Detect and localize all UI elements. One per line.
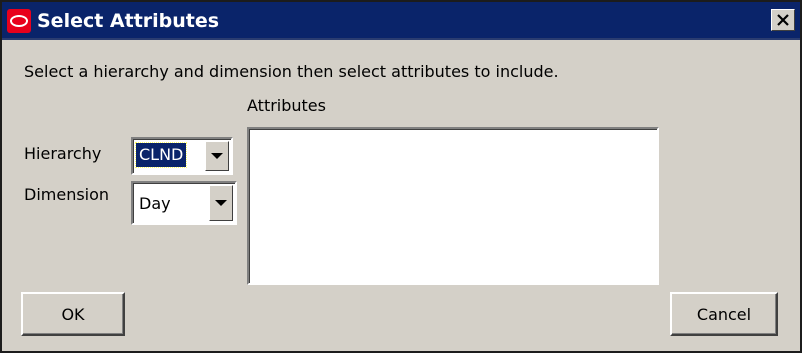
select-attributes-dialog: Select Attributes Select a hierarchy and… xyxy=(0,0,802,353)
chevron-down-icon xyxy=(215,200,227,206)
attributes-list-frame xyxy=(249,129,657,283)
dialog-title: Select Attributes xyxy=(37,10,220,32)
attributes-list[interactable] xyxy=(247,127,659,285)
dimension-selected-value: Day xyxy=(139,194,171,213)
oracle-logo-icon xyxy=(7,9,31,33)
hierarchy-selected-value: CLND xyxy=(134,142,188,168)
dimension-dropdown-button[interactable] xyxy=(209,185,233,221)
instructions-text: Select a hierarchy and dimension then se… xyxy=(24,62,559,81)
close-icon xyxy=(777,14,789,26)
ok-button[interactable]: OK xyxy=(21,292,125,336)
hierarchy-label: Hierarchy xyxy=(24,144,102,163)
hierarchy-dropdown[interactable]: CLND xyxy=(131,137,233,175)
chevron-down-icon xyxy=(211,153,223,159)
cancel-button[interactable]: Cancel xyxy=(670,292,778,336)
close-button[interactable] xyxy=(771,9,795,31)
hierarchy-dropdown-button[interactable] xyxy=(205,141,229,171)
dimension-label: Dimension xyxy=(24,185,110,204)
attributes-label: Attributes xyxy=(247,96,326,115)
dimension-dropdown[interactable]: Day xyxy=(131,181,237,225)
title-bar[interactable]: Select Attributes xyxy=(2,2,800,40)
